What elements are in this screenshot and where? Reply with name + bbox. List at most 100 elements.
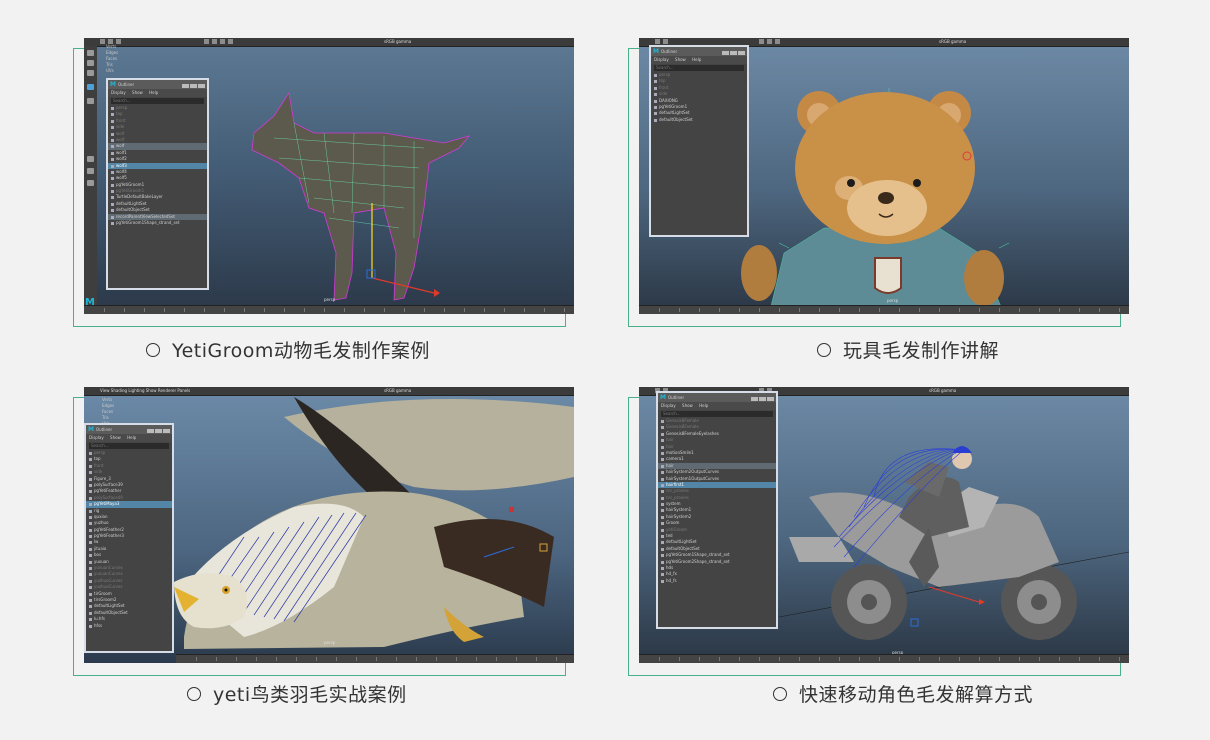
menu-help[interactable]: Help [127, 435, 136, 440]
timeline-tick [999, 657, 1000, 661]
timeline-tick [204, 308, 205, 312]
menu-display[interactable]: Display [661, 403, 676, 408]
timeline-tick [759, 657, 760, 661]
camera-label: persp [887, 298, 899, 303]
timeline-tick [939, 657, 940, 661]
timeline-tick [1059, 308, 1060, 312]
timeline-tick [504, 308, 505, 312]
timeline-tick [979, 308, 980, 312]
timeline-tick [516, 657, 517, 661]
outliner-title-bar[interactable]: M Outliner [651, 47, 747, 56]
menu-display[interactable]: Display [89, 435, 104, 440]
menu-help[interactable]: Help [149, 90, 158, 95]
timeline-tick [919, 657, 920, 661]
maya-icon: M [110, 81, 116, 88]
outliner-row[interactable]: pgYetiGroom1Shape_strand_set [108, 220, 207, 226]
outliner-title-bar[interactable]: M Outliner [658, 393, 776, 402]
timeline-tick [564, 308, 565, 312]
bullet-circle-icon [773, 686, 787, 701]
timeline-tick [1019, 657, 1020, 661]
timeline-tick [344, 308, 345, 312]
outliner-rows: persp top front side Figure_3 polySurface39 pg… [86, 450, 172, 629]
timeline-tick [1099, 657, 1100, 661]
timeline-tick [799, 308, 800, 312]
timeline-tick [336, 657, 337, 661]
menu-help[interactable]: Help [692, 57, 701, 62]
menu-show[interactable]: Show [675, 57, 686, 62]
outliner-panel[interactable]: M Outliner Display Show Help Search... p… [649, 45, 749, 237]
timeline-tick [779, 308, 780, 312]
outliner-panel[interactable]: M Outliner Display Show Help Search... p… [106, 78, 209, 290]
timeline-tick [1079, 308, 1080, 312]
timeline-tick [484, 308, 485, 312]
outliner-title: Outliner [661, 49, 678, 54]
timeline-tick [839, 308, 840, 312]
maya-viewport-screenshot[interactable]: sRGB gamma M Outliner Display Show Help … [639, 38, 1129, 314]
menu-display[interactable]: Display [111, 90, 126, 95]
outliner-search-input[interactable]: Search... [661, 411, 773, 417]
timeline-tick [476, 657, 477, 661]
camera-label: persp [324, 640, 336, 645]
outliner-title: Outliner [118, 82, 135, 87]
timeline-tick [436, 657, 437, 661]
outliner-title-bar[interactable]: M Outliner [108, 80, 207, 89]
timeline-tick [164, 308, 165, 312]
outliner-panel[interactable]: M Outliner Display Show Help Search... p… [84, 423, 174, 653]
timeline-tick [244, 308, 245, 312]
timeline-tick [276, 657, 277, 661]
menu-show[interactable]: Show [132, 90, 143, 95]
outliner-title: Outliner [668, 395, 685, 400]
window-buttons[interactable] [181, 82, 205, 91]
caption-text: YetiGroom动物毛发制作案例 [172, 340, 430, 362]
caption-text: yeti鸟类羽毛实战案例 [213, 684, 407, 706]
timeline-tick [1119, 657, 1120, 661]
outliner-search-input[interactable]: Search... [654, 65, 744, 71]
timeline-tick [396, 657, 397, 661]
timeline-tick [316, 657, 317, 661]
timeline-tick [124, 308, 125, 312]
timeline-tick [216, 657, 217, 661]
outliner-search-input[interactable]: Search... [111, 98, 204, 104]
timeline-tick [879, 308, 880, 312]
timeline-tick [144, 308, 145, 312]
timeline-tick [404, 308, 405, 312]
maya-icon: M [88, 426, 94, 433]
timeline-tick [1039, 657, 1040, 661]
window-buttons[interactable] [146, 427, 170, 436]
bullet-circle-icon [146, 342, 160, 357]
outliner-row[interactable]: defaultObjectSet [651, 117, 747, 123]
card-caption: YetiGroom动物毛发制作案例 [146, 336, 430, 363]
timeline-tick [999, 308, 1000, 312]
timeline-tick [456, 657, 457, 661]
maya-viewport-screenshot[interactable]: sRGB gamma M Outliner Display Show Help … [639, 387, 1129, 663]
menu-show[interactable]: Show [110, 435, 121, 440]
timeline-tick [739, 657, 740, 661]
outliner-rows: Genesis8Female Genesis8Female Genesis8Fema… [658, 418, 776, 584]
outliner-title-bar[interactable]: M Outliner [86, 425, 172, 434]
menu-help[interactable]: Help [699, 403, 708, 408]
timeline-tick [536, 657, 537, 661]
window-buttons[interactable] [750, 395, 774, 404]
maya-viewport-screenshot[interactable]: View Shading Lighting Show Renderer Pane… [84, 387, 574, 663]
time-slider[interactable] [84, 305, 574, 314]
maya-viewport-screenshot[interactable]: sRGB gamma M Verts Edges Faces Tris UVs [84, 38, 574, 314]
timeline-tick [524, 308, 525, 312]
time-slider[interactable] [639, 654, 1129, 663]
time-slider[interactable] [639, 305, 1129, 314]
window-buttons[interactable] [721, 49, 745, 58]
caption-text: 玩具毛发制作讲解 [843, 340, 1000, 362]
bullet-circle-icon [817, 342, 831, 357]
timeline-tick [859, 657, 860, 661]
menu-display[interactable]: Display [654, 57, 669, 62]
outliner-row[interactable]: hfss [86, 623, 172, 629]
outliner-search-input[interactable]: Search... [89, 443, 169, 449]
outliner-panel[interactable]: M Outliner Display Show Help Search... G… [656, 391, 778, 629]
outliner-row[interactable]: hd_fs [658, 578, 776, 584]
caption-text: 快速移动角色毛发解算方式 [799, 684, 1034, 706]
time-slider[interactable] [176, 654, 574, 663]
menu-show[interactable]: Show [682, 403, 693, 408]
timeline-tick [819, 657, 820, 661]
timeline-tick [1059, 657, 1060, 661]
camera-label: persp [324, 297, 336, 302]
timeline-tick [699, 308, 700, 312]
